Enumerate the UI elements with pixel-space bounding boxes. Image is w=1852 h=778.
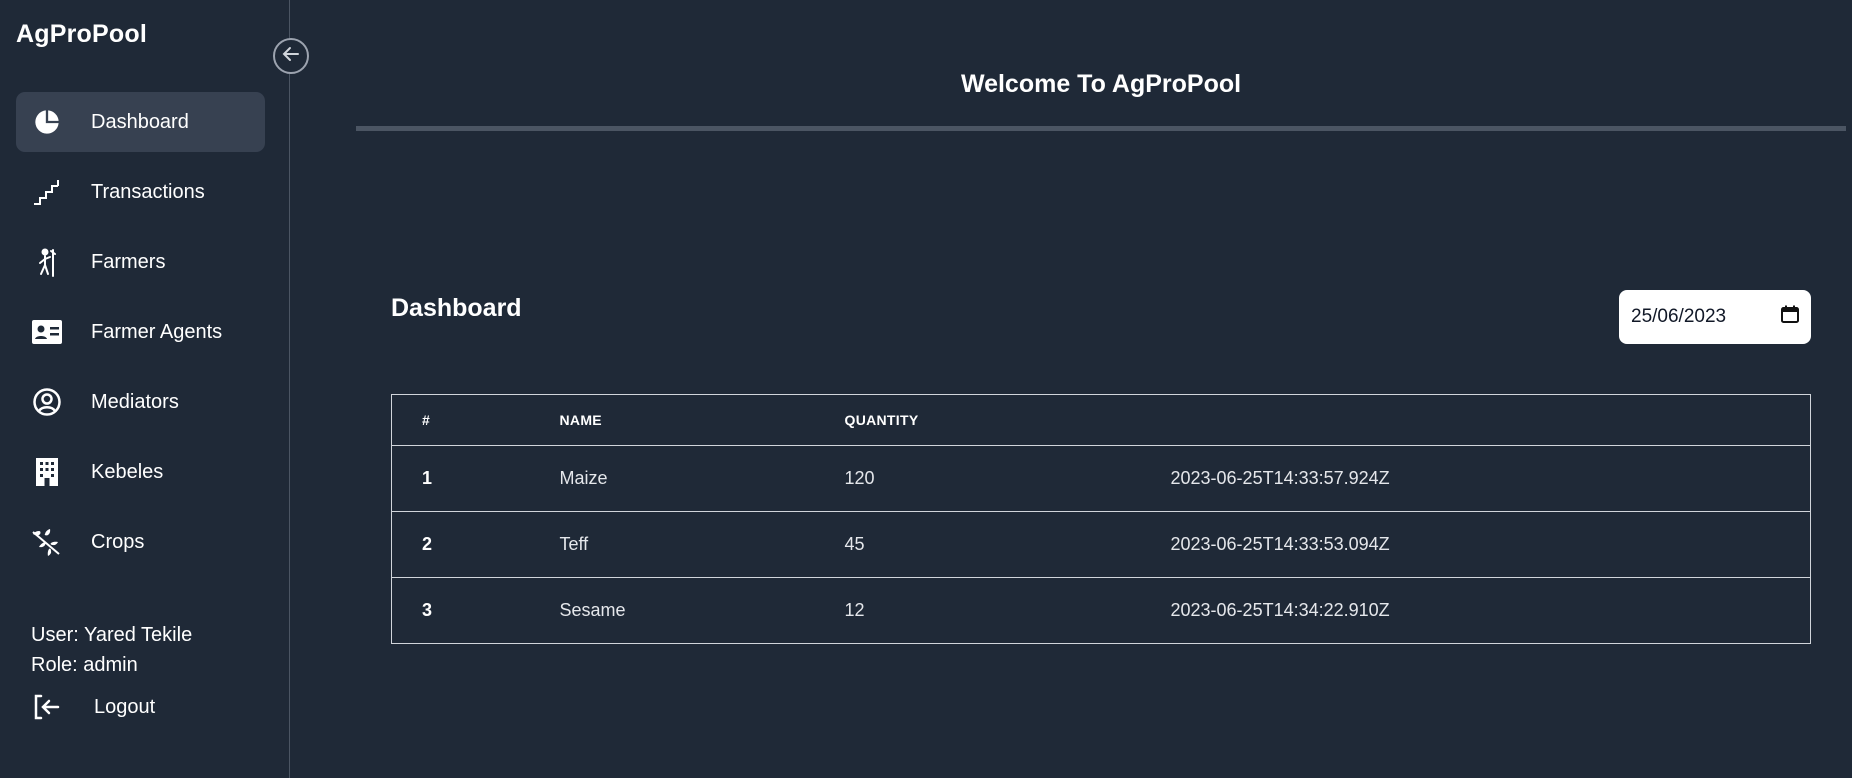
date-picker[interactable]: 25/06/2023 [1619,290,1811,344]
sidebar-item-farmers[interactable]: Farmers [16,232,265,292]
row-name: Maize [559,445,845,512]
row-quantity: 120 [844,445,1171,512]
column-header: # [391,394,560,446]
row-quantity: 12 [844,600,865,620]
table-header-row: # NAME QUANTITY [391,394,1811,446]
sidebar-item-label: Farmer Agents [91,320,223,343]
sidebar-item-label: Transactions [91,180,205,203]
column-header [1170,394,1811,446]
row-timestamp: 2023-06-25T14:34:22.910Z [1170,600,1390,620]
sidebar-item-label: Kebeles [91,460,164,483]
user-role: Role: admin [31,654,138,676]
sidebar-item-farmer-agents[interactable]: Farmer Agents [16,302,265,362]
column-header: QUANTITY [844,394,1171,446]
user-name: User: Yared Tekile [31,624,193,646]
crops-table: # NAME QUANTITY 1 Maize 120 2023-06-25T1… [391,394,1811,644]
sidebar-item-label: Mediators [91,390,179,413]
brand-title: AgProPool [16,20,147,48]
sidebar-item-mediators[interactable]: Mediators [16,372,265,432]
stairs-icon [30,175,64,209]
main-content: Welcome To AgProPool Dashboard 25/06/202… [291,0,1852,778]
id-card-icon [30,315,64,349]
sidebar-item-dashboard[interactable]: Dashboard [16,92,265,152]
row-timestamp: 2023-06-25T14:33:53.094Z [1170,511,1811,578]
sidebar-item-crops[interactable]: Crops [16,512,265,572]
sidebar-item-label: Dashboard [91,110,189,133]
sidebar-nav: Dashboard Transactions Farmers Farmer Ag… [16,92,265,582]
row-name: Teff [559,511,845,578]
table-row: 3 Sesame 12 2023-06-25T14:34:22.910Z [392,578,1811,644]
user-info: User: Yared Tekile Role: admin [31,620,192,680]
sidebar-item-label: Farmers [91,250,166,273]
logout-icon [30,690,64,724]
app: AgProPool Dashboard Transactions Farmers [0,0,1852,778]
arrow-left-icon [280,43,302,70]
page-title: Dashboard [391,294,522,322]
date-value: 25/06/2023 [1631,306,1727,327]
pie-chart-icon [30,105,64,139]
table-row: 2 Teff 45 2023-06-25T14:33:53.094Z [391,511,1811,578]
row-index: 2 [391,511,560,578]
row-timestamp: 2023-06-25T14:33:57.924Z [1170,445,1811,512]
calendar-icon[interactable] [1781,305,1799,329]
farmer-icon [30,245,64,279]
header-divider [356,126,1846,131]
row-quantity: 45 [844,511,1171,578]
sidebar: AgProPool Dashboard Transactions Farmers [0,0,290,778]
collapse-sidebar-button[interactable] [273,38,309,74]
row-index: 1 [391,445,560,512]
sidebar-item-kebeles[interactable]: Kebeles [16,442,265,502]
table-row: 1 Maize 120 2023-06-25T14:33:57.924Z [391,445,1811,512]
sidebar-item-label: Crops [91,530,145,553]
building-icon [30,455,64,489]
row-name: Sesame [559,600,626,620]
welcome-heading: Welcome To AgProPool [960,70,1242,98]
logout-label: Logout [94,695,156,718]
column-header: NAME [559,394,845,446]
user-circle-icon [30,385,64,419]
leaf-branch-icon [30,525,64,559]
logout-button[interactable]: Logout [30,690,155,724]
row-index: 3 [422,600,433,620]
sidebar-item-transactions[interactable]: Transactions [16,162,265,222]
